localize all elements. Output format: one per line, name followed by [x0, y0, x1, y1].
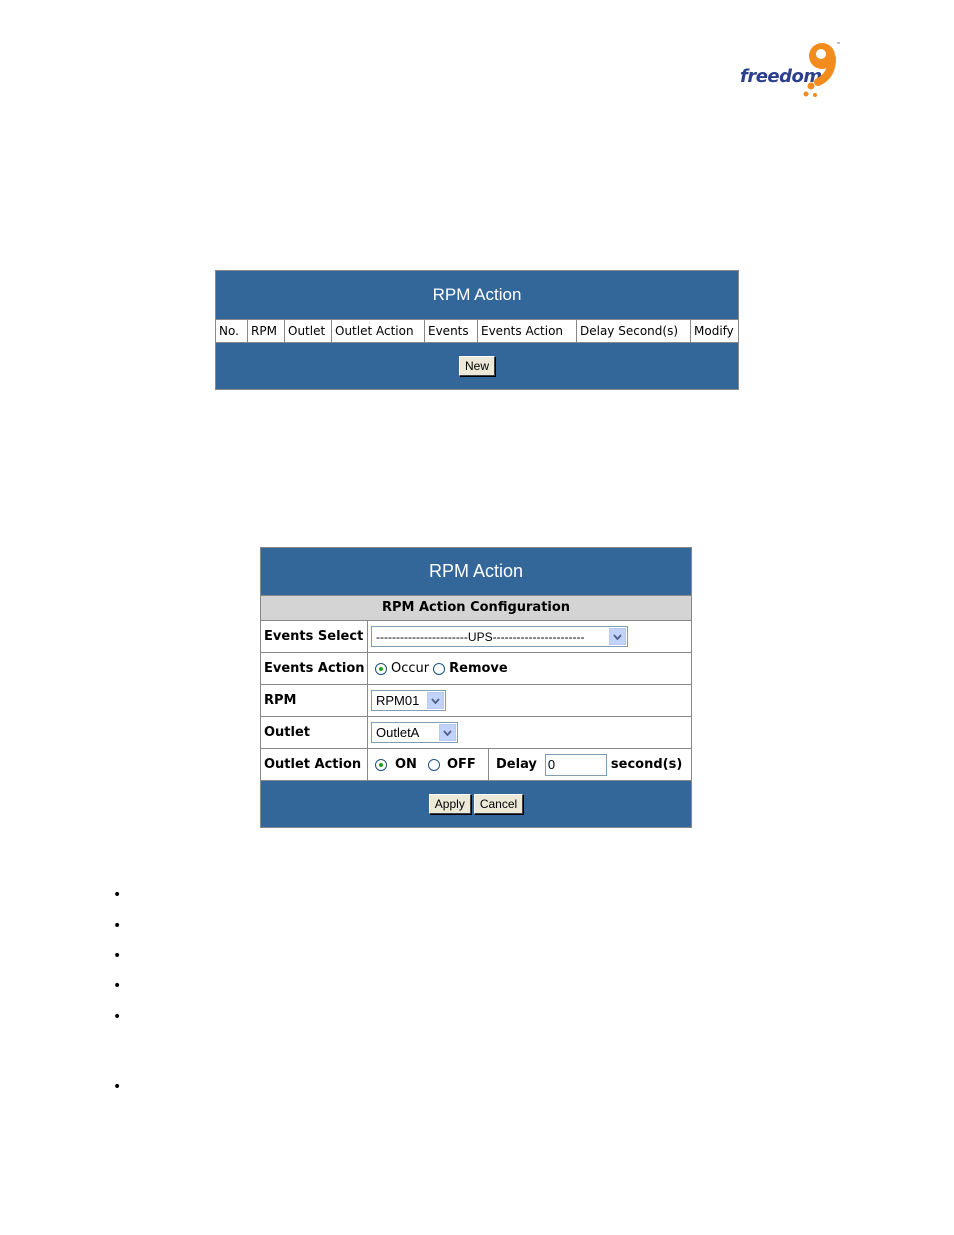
off-radio[interactable]	[427, 758, 440, 771]
chevron-down-icon	[609, 628, 626, 645]
column-header-events: Events	[425, 320, 478, 342]
rpm-label: RPM	[261, 685, 368, 716]
cancel-button[interactable]: Cancel	[473, 793, 524, 814]
bullet-marker: •	[113, 1009, 122, 1025]
delay-unit-label: second(s)	[610, 757, 683, 772]
freedom9-logo: freedom ™	[738, 40, 848, 102]
outlet-action-row: Outlet Action ON OFF Delay 0 second(s)	[261, 749, 691, 781]
rpm-action-config-title: RPM Action	[428, 561, 524, 581]
apply-button[interactable]: Apply	[428, 793, 471, 814]
outlet-action-label: Outlet Action	[261, 749, 368, 780]
bullet-marker: •	[113, 887, 122, 903]
bullet-marker: •	[113, 978, 122, 994]
config-section-header: RPM Action Configuration	[261, 595, 691, 621]
bullet-marker: •	[113, 918, 122, 934]
rpm-row: RPM RPM01	[261, 685, 691, 717]
remove-radio-label: Remove	[449, 661, 508, 676]
outlet-action-options: ON OFF	[368, 749, 489, 780]
svg-text:™: ™	[836, 42, 841, 48]
events-select-label: Events Select	[261, 621, 368, 652]
new-button[interactable]: New	[458, 356, 495, 376]
outlet-select-value: OutletA	[376, 725, 420, 740]
on-radio[interactable]	[375, 758, 387, 771]
rpm-action-list-title: RPM Action	[432, 285, 522, 304]
off-radio-label: OFF	[446, 757, 476, 772]
on-radio-label: ON	[395, 757, 417, 772]
events-action-row: Events Action Occur Remove	[261, 653, 691, 685]
column-header-delay-seconds: Delay Second(s)	[577, 320, 691, 342]
rpm-action-list-header: No. RPM Outlet Outlet Action Events Even…	[216, 319, 738, 343]
occur-radio[interactable]	[375, 662, 387, 675]
chevron-down-icon	[439, 724, 456, 741]
events-select-row: Events Select -----------------------UPS…	[261, 621, 691, 653]
rpm-action-config-panel: RPM Action RPM Action Configuration Even…	[260, 547, 692, 828]
events-select-value: -----------------------UPS--------------…	[376, 629, 585, 644]
chevron-down-icon	[427, 692, 444, 709]
rpm-action-list-panel: RPM Action No. RPM Outlet Outlet Action …	[215, 270, 739, 390]
rpm-select-value: RPM01	[376, 693, 420, 708]
remove-radio[interactable]	[433, 662, 446, 675]
outlet-row: Outlet OutletA	[261, 717, 691, 749]
rpm-action-list-footer: New	[216, 343, 738, 389]
bullet-marker: •	[113, 1079, 122, 1095]
occur-radio-label: Occur	[391, 661, 430, 676]
column-header-outlet-action: Outlet Action	[332, 320, 425, 342]
delay-input[interactable]: 0	[544, 753, 607, 776]
outlet-label: Outlet	[261, 717, 368, 748]
outlet-select-dropdown[interactable]: OutletA	[371, 722, 458, 743]
column-header-rpm: RPM	[248, 320, 285, 342]
config-footer: Apply Cancel	[261, 781, 691, 826]
delay-label: Delay	[496, 757, 537, 772]
column-header-outlet: Outlet	[285, 320, 332, 342]
column-header-modify: Modify	[694, 324, 734, 338]
column-header-no: No.	[216, 320, 248, 342]
column-header-events-action: Events Action	[478, 320, 577, 342]
events-select-dropdown[interactable]: -----------------------UPS--------------…	[371, 626, 628, 647]
bullet-marker: •	[113, 948, 122, 964]
rpm-select-dropdown[interactable]: RPM01	[371, 690, 446, 711]
logo-nine-mark-icon: ™	[803, 42, 841, 97]
events-action-label: Events Action	[261, 653, 368, 684]
